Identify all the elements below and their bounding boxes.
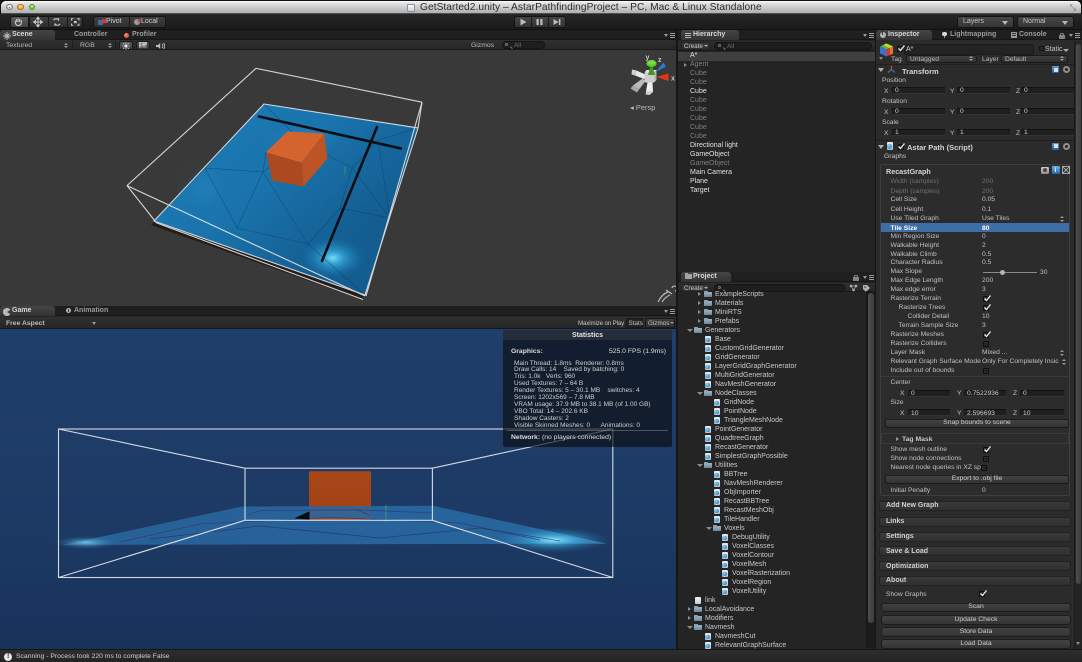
svg-text:z: z bbox=[658, 57, 662, 64]
svg-text:y: y bbox=[646, 55, 650, 62]
svg-text:◂ Persp: ◂ Persp bbox=[630, 103, 655, 112]
svg-text:x: x bbox=[671, 76, 675, 83]
